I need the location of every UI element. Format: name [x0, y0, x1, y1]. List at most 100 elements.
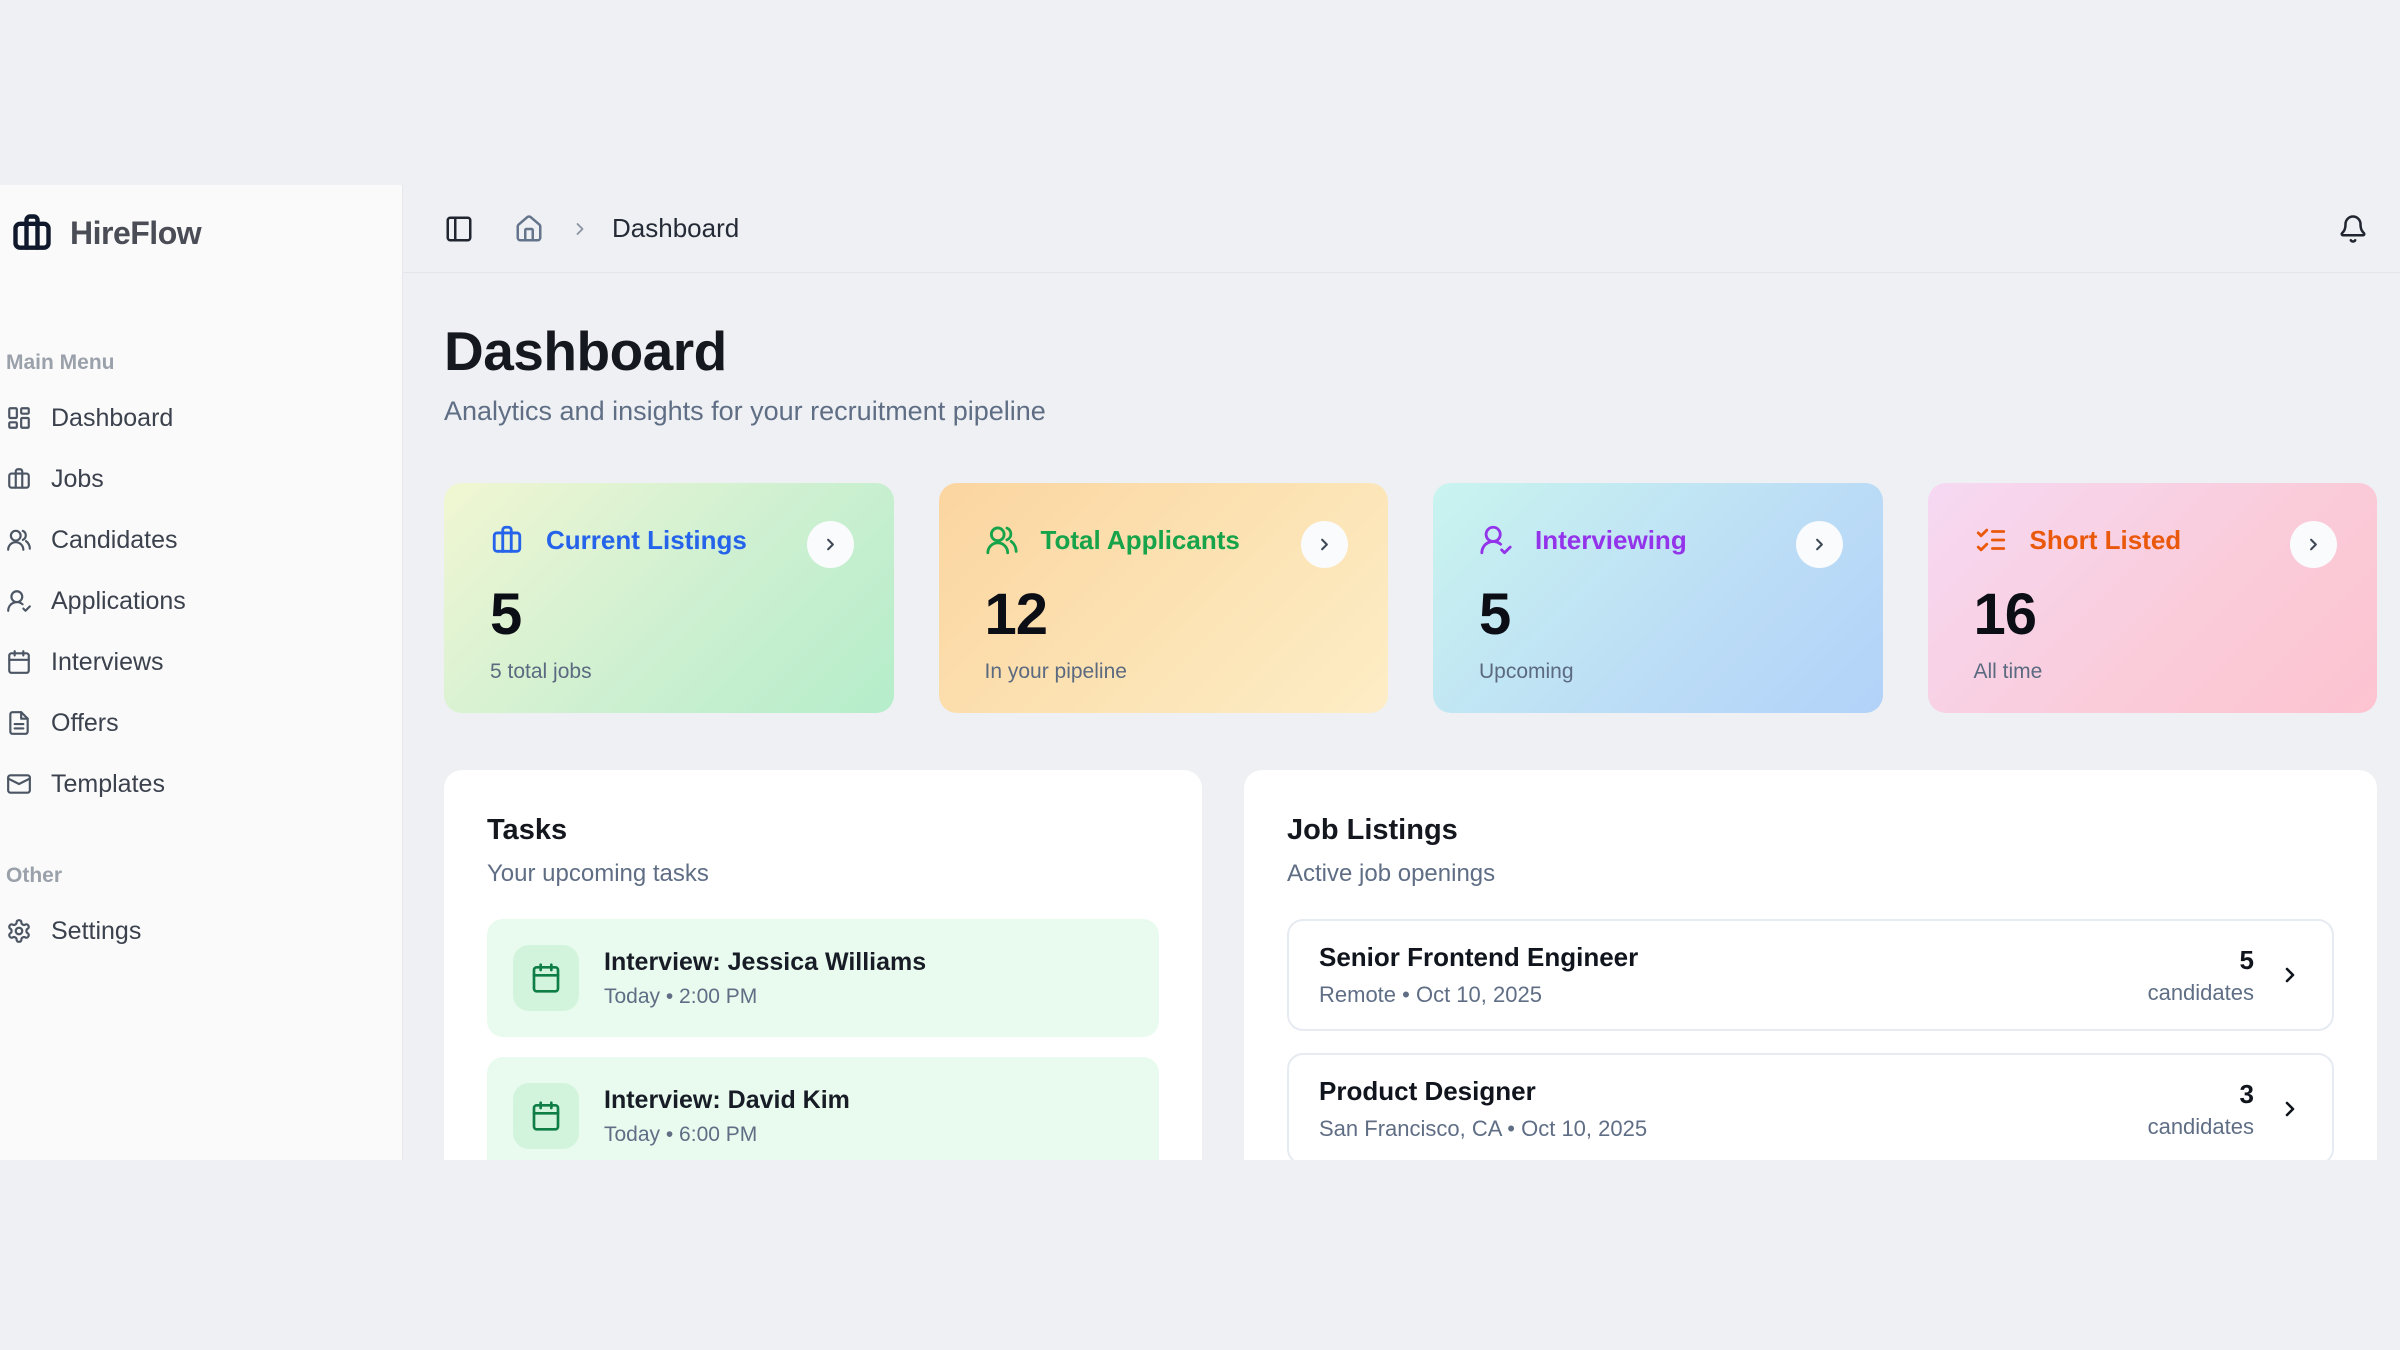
sidebar-item-jobs[interactable]: Jobs — [6, 461, 382, 497]
job-text: Senior Frontend Engineer Remote • Oct 10… — [1319, 942, 1638, 1008]
task-meta: Today • 6:00 PM — [604, 1123, 850, 1147]
stat-card-arrow-button[interactable] — [1301, 521, 1348, 568]
sidebar-item-label: Settings — [51, 917, 141, 946]
breadcrumb-home-link[interactable] — [514, 214, 544, 244]
page-subtitle: Analytics and insights for your recruitm… — [444, 396, 2377, 427]
stat-card-arrow-button[interactable] — [807, 521, 854, 568]
job-text: Product Designer San Francisco, CA • Oct… — [1319, 1076, 1647, 1142]
stat-card-header: Interviewing — [1479, 523, 1843, 557]
task-icon-box — [513, 1083, 579, 1149]
job-candidate-count: 3 candidates — [2148, 1079, 2254, 1140]
stat-caption: 5 total jobs — [490, 660, 854, 684]
sidebar-item-templates[interactable]: Templates — [6, 766, 382, 802]
job-candidate-count: 5 candidates — [2148, 945, 2254, 1006]
sidebar-item-label: Applications — [51, 587, 186, 616]
job-row-right: 5 candidates — [2148, 945, 2302, 1006]
sidebar-toggle-button[interactable] — [444, 214, 474, 244]
stats-row: Current Listings 5 5 total jobs Total Ap… — [444, 483, 2377, 713]
calendar-icon — [6, 649, 32, 675]
main-content: Dashboard Analytics and insights for you… — [403, 273, 2400, 1160]
user-check-icon — [6, 588, 32, 614]
calendar-icon — [530, 962, 562, 994]
stat-card-interviewing[interactable]: Interviewing 5 Upcoming — [1433, 483, 1883, 713]
sidebar-item-candidates[interactable]: Candidates — [6, 522, 382, 558]
chevron-right-icon — [1315, 535, 1334, 554]
stat-caption: Upcoming — [1479, 660, 1843, 684]
gear-icon — [6, 918, 32, 944]
task-item[interactable]: Interview: Jessica Williams Today • 2:00… — [487, 919, 1159, 1037]
notifications-button[interactable] — [2338, 214, 2368, 244]
task-text: Interview: Jessica Williams Today • 2:00… — [604, 948, 926, 1009]
mail-icon — [6, 771, 32, 797]
tasks-panel: Tasks Your upcoming tasks Interview: Jes… — [444, 770, 1202, 1160]
job-count-number: 5 — [2148, 945, 2254, 976]
job-count-label: candidates — [2148, 1114, 2254, 1140]
layout-dashboard-icon — [6, 405, 32, 431]
sidebar-item-label: Dashboard — [51, 404, 173, 433]
job-listing-row[interactable]: Senior Frontend Engineer Remote • Oct 10… — [1287, 919, 2334, 1031]
chevron-right-icon — [2278, 963, 2302, 987]
job-listings-subtitle: Active job openings — [1287, 860, 2334, 888]
sidebar-item-label: Candidates — [51, 526, 177, 555]
stat-label: Current Listings — [546, 525, 747, 556]
stat-value: 16 — [1974, 581, 2338, 648]
house-icon — [514, 214, 544, 244]
job-listings-panel: Job Listings Active job openings Senior … — [1244, 770, 2377, 1160]
stat-card-header: Total Applicants — [985, 523, 1349, 557]
breadcrumb-separator-icon — [570, 219, 590, 239]
task-title: Interview: Jessica Williams — [604, 948, 926, 977]
stat-caption: In your pipeline — [985, 660, 1349, 684]
sidebar-item-settings[interactable]: Settings — [6, 913, 382, 949]
task-item[interactable]: Interview: David Kim Today • 6:00 PM — [487, 1057, 1159, 1160]
panel-left-icon — [444, 214, 474, 244]
sidebar-item-label: Interviews — [51, 648, 164, 677]
stat-card-arrow-button[interactable] — [2290, 521, 2337, 568]
app-logo[interactable]: HireFlow — [10, 211, 382, 255]
job-meta: Remote • Oct 10, 2025 — [1319, 982, 1638, 1008]
job-row-right: 3 candidates — [2148, 1079, 2302, 1140]
user-check-icon — [1479, 523, 1513, 557]
sidebar-item-label: Offers — [51, 709, 119, 738]
tasks-subtitle: Your upcoming tasks — [487, 860, 1159, 888]
stat-label: Short Listed — [2030, 525, 2182, 556]
stat-label: Total Applicants — [1041, 525, 1240, 556]
task-meta: Today • 2:00 PM — [604, 985, 926, 1009]
job-count-number: 3 — [2148, 1079, 2254, 1110]
stat-card-arrow-button[interactable] — [1796, 521, 1843, 568]
job-listing-row[interactable]: Product Designer San Francisco, CA • Oct… — [1287, 1053, 2334, 1160]
task-title: Interview: David Kim — [604, 1086, 850, 1115]
stat-card-total-applicants[interactable]: Total Applicants 12 In your pipeline — [939, 483, 1389, 713]
calendar-icon — [530, 1100, 562, 1132]
users-icon — [985, 523, 1019, 557]
topbar: Dashboard — [403, 185, 2400, 273]
sidebar-item-label: Jobs — [51, 465, 104, 494]
stat-card-short-listed[interactable]: Short Listed 16 All time — [1928, 483, 2378, 713]
chevron-right-icon — [821, 535, 840, 554]
list-checks-icon — [1974, 523, 2008, 557]
panels-row: Tasks Your upcoming tasks Interview: Jes… — [444, 770, 2377, 1160]
briefcase-icon — [490, 523, 524, 557]
bell-icon — [2338, 214, 2368, 244]
chevron-right-icon — [2278, 1097, 2302, 1121]
task-text: Interview: David Kim Today • 6:00 PM — [604, 1086, 850, 1147]
stat-label: Interviewing — [1535, 525, 1687, 556]
file-text-icon — [6, 710, 32, 736]
page-title: Dashboard — [444, 319, 2377, 383]
sidebar: HireFlow Main Menu Dashboard Jobs Candid… — [0, 185, 403, 1160]
stat-card-current-listings[interactable]: Current Listings 5 5 total jobs — [444, 483, 894, 713]
sidebar-item-label: Templates — [51, 770, 165, 799]
stat-card-header: Current Listings — [490, 523, 854, 557]
sidebar-item-interviews[interactable]: Interviews — [6, 644, 382, 680]
stat-value: 5 — [1479, 581, 1843, 648]
job-meta: San Francisco, CA • Oct 10, 2025 — [1319, 1116, 1647, 1142]
sidebar-item-applications[interactable]: Applications — [6, 583, 382, 619]
job-title: Senior Frontend Engineer — [1319, 942, 1638, 973]
job-listings-title: Job Listings — [1287, 814, 2334, 847]
sidebar-section-label-main-menu: Main Menu — [6, 351, 382, 375]
sidebar-item-dashboard[interactable]: Dashboard — [6, 400, 382, 436]
tasks-title: Tasks — [487, 814, 1159, 847]
stat-caption: All time — [1974, 660, 2338, 684]
job-title: Product Designer — [1319, 1076, 1647, 1107]
chevron-right-icon — [2304, 535, 2323, 554]
sidebar-item-offers[interactable]: Offers — [6, 705, 382, 741]
